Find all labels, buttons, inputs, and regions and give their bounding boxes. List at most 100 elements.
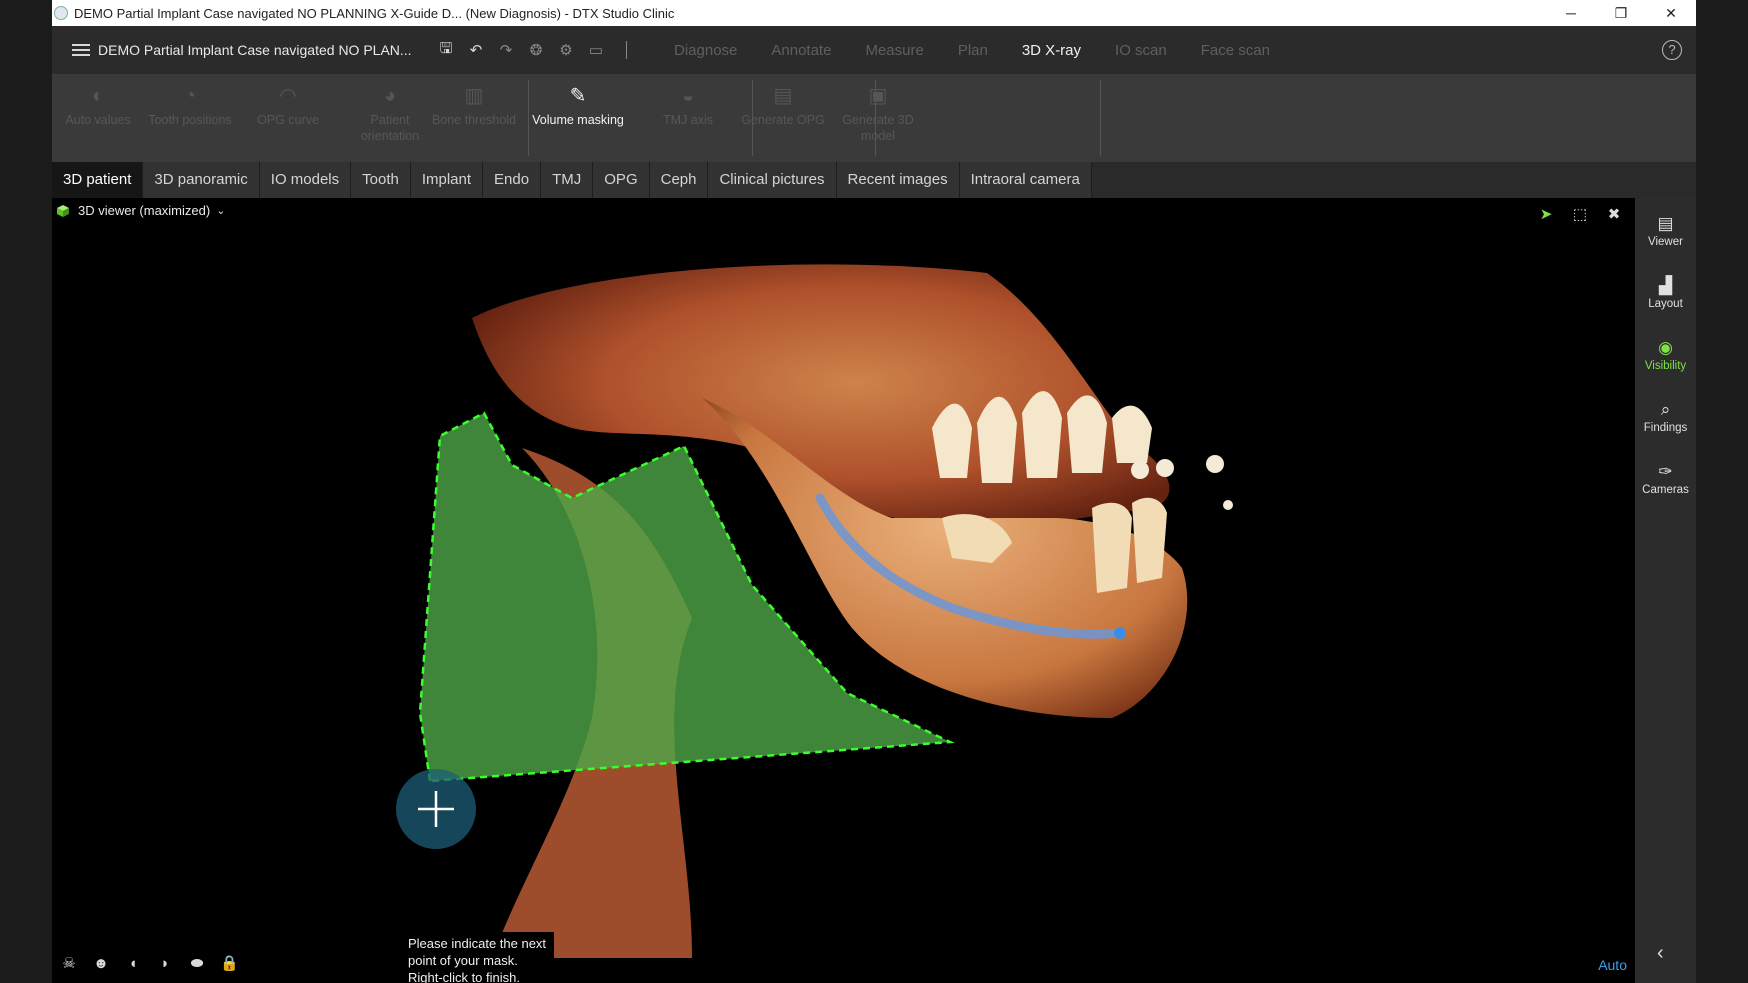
- tab-endo[interactable]: Endo: [483, 162, 542, 198]
- nav-measure[interactable]: Measure: [848, 42, 940, 59]
- auto-values-icon: ◐: [91, 85, 105, 107]
- skull-top-icon[interactable]: ⬬: [188, 955, 206, 973]
- menu-icon[interactable]: [72, 44, 90, 56]
- nav-annotate[interactable]: Annotate: [754, 42, 848, 59]
- tab-tooth[interactable]: Tooth: [351, 162, 411, 198]
- tab-3d-patient[interactable]: 3D patient: [52, 162, 144, 198]
- lock-icon[interactable]: 🔒: [220, 955, 239, 973]
- save-icon[interactable]: 🖫: [438, 38, 454, 63]
- chevron-left-icon[interactable]: ‹: [1657, 942, 1664, 965]
- minimize-view-icon[interactable]: ✖: [1605, 206, 1623, 224]
- fit-view-icon[interactable]: ⬚: [1571, 206, 1589, 224]
- nav-io-scan[interactable]: IO scan: [1098, 42, 1184, 59]
- ribbon-button-label: OPG curve: [257, 113, 319, 127]
- ribbon-button-label: Patient orientation: [360, 113, 420, 143]
- case-title[interactable]: DEMO Partial Implant Case navigated NO P…: [98, 42, 428, 58]
- restore-button[interactable]: ❐: [1596, 0, 1646, 26]
- sidebar-item-label: Cameras: [1642, 484, 1689, 496]
- 3d-render[interactable]: [52, 198, 1635, 983]
- tooth-positions-button[interactable]: ◔ Tooth positions: [144, 80, 236, 158]
- tab-implant[interactable]: Implant: [410, 162, 484, 198]
- sidebar-item-visibility[interactable]: ◉ Visibility: [1635, 336, 1696, 372]
- generate-3d-model-icon: ▣: [868, 85, 888, 107]
- ribbon-button-label: Volume masking: [532, 113, 624, 127]
- viewer-icon: ▤: [1657, 214, 1674, 233]
- skull-front-icon[interactable]: ☠: [60, 955, 78, 973]
- right-sidebar: ▤ Viewer ▟ Layout ◉ Visibility ⌕ Finding…: [1635, 198, 1696, 983]
- ribbon-button-label: Generate OPG: [741, 113, 825, 127]
- viewer-mode-dropdown[interactable]: 3D viewer (maximized) ⌄: [56, 203, 225, 218]
- ribbon-button-label: Tooth positions: [148, 113, 232, 127]
- tab-clinical-pictures[interactable]: Clinical pictures: [708, 162, 837, 198]
- sidebar-item-cameras[interactable]: ✑ Cameras: [1635, 460, 1696, 496]
- tab-tmj[interactable]: TMJ: [541, 162, 594, 198]
- auto-values-button[interactable]: ◐ Auto values: [52, 80, 144, 158]
- window-title: DEMO Partial Implant Case navigated NO P…: [74, 5, 675, 21]
- viewer-mode-label: 3D viewer (maximized): [78, 203, 211, 218]
- sidebar-item-layout[interactable]: ▟ Layout: [1635, 274, 1696, 310]
- volume-masking-icon: ✎: [569, 85, 587, 107]
- sidebar-item-label: Visibility: [1644, 360, 1687, 372]
- close-button[interactable]: ✕: [1646, 0, 1696, 26]
- patient-orientation-button[interactable]: ◕ Patient orientation: [344, 80, 436, 158]
- sidebar-item-label: Findings: [1643, 422, 1688, 434]
- camera-preset-bar: ☠ ☻ ◖ ◗ ⬬ 🔒: [60, 955, 238, 973]
- mask-instruction-tooltip: Please indicate the next point of your m…: [402, 932, 554, 983]
- layout-icon: ▟: [1658, 276, 1673, 295]
- opg-curve-button[interactable]: ◠ OPG curve: [242, 80, 334, 158]
- tmj-axis-icon: ◒: [681, 85, 695, 107]
- tab-recent-images[interactable]: Recent images: [836, 162, 960, 198]
- window-titlebar: DEMO Partial Implant Case navigated NO P…: [52, 0, 1696, 26]
- sidebar-item-findings[interactable]: ⌕ Findings: [1635, 398, 1696, 434]
- nav-diagnose[interactable]: Diagnose: [657, 42, 754, 59]
- toolbar-divider: [626, 41, 627, 59]
- 3d-viewport[interactable]: 3D viewer (maximized) ⌄ ➤ ⬚ ✖ Please ind…: [52, 198, 1635, 983]
- skull-right-icon[interactable]: ◗: [156, 955, 174, 973]
- app-icon: [54, 6, 68, 20]
- help-icon[interactable]: ?: [1662, 40, 1682, 60]
- tmj-axis-button[interactable]: ◒ TMJ axis: [642, 80, 734, 158]
- tooth-icon[interactable]: ❂: [528, 41, 544, 59]
- findings-icon: ⌕: [1660, 400, 1671, 419]
- ribbon-toolbar: ◐ Auto values ◔ Tooth positions ◠ OPG curve ◕ P…: [52, 74, 1696, 162]
- ribbon-button-label: TMJ axis: [663, 113, 713, 127]
- patient-orientation-icon: ◕: [383, 85, 397, 107]
- chevron-down-icon: ⌄: [216, 205, 226, 217]
- bone-threshold-icon: ▥: [464, 85, 484, 107]
- nav-face-scan[interactable]: Face scan: [1184, 42, 1287, 59]
- sidebar-item-label: Layout: [1648, 298, 1683, 310]
- tab-3d-panoramic[interactable]: 3D panoramic: [143, 162, 260, 198]
- tab-opg[interactable]: OPG: [593, 162, 650, 198]
- ribbon-divider: [528, 80, 529, 156]
- tab-io-models[interactable]: IO models: [259, 162, 352, 198]
- nav-3d-x-ray[interactable]: 3D X-ray: [1005, 42, 1098, 59]
- generate-opg-icon: ▤: [773, 85, 793, 107]
- select-cursor-icon[interactable]: ➤: [1537, 206, 1555, 224]
- minimize-button[interactable]: ─: [1546, 0, 1596, 26]
- cube-icon: [57, 204, 69, 217]
- viewer-tools: ➤ ⬚ ✖: [1537, 206, 1623, 224]
- main-nav: Diagnose Annotate Measure Plan 3D X-ray IO sc…: [657, 42, 1287, 59]
- tab-ceph[interactable]: Ceph: [649, 162, 709, 198]
- volume-masking-button[interactable]: ✎ Volume masking: [532, 80, 624, 158]
- sidebar-item-viewer[interactable]: ▤ Viewer: [1635, 212, 1696, 248]
- view-tabs: 3D patient 3D panoramic IO models Tooth Impl…: [52, 162, 1696, 198]
- quick-actions: 🖫 ↶ ↷ ❂ ⚙ ▭: [438, 38, 627, 63]
- settings-icon[interactable]: ⚙: [558, 41, 574, 59]
- ribbon-button-label: Auto values: [65, 113, 131, 127]
- nav-plan[interactable]: Plan: [941, 42, 1005, 59]
- undo-icon[interactable]: ↶: [468, 41, 484, 59]
- ribbon-divider: [752, 80, 753, 156]
- redo-icon[interactable]: ↷: [498, 41, 514, 59]
- generate-3d-model-button[interactable]: ▣ Generate 3D model: [832, 80, 924, 158]
- screen-icon[interactable]: ▭: [588, 41, 604, 59]
- render-mode-label[interactable]: Auto: [1598, 957, 1627, 973]
- skull-side-icon[interactable]: ☻: [92, 955, 110, 973]
- generate-opg-button[interactable]: ▤ Generate OPG: [737, 80, 829, 158]
- ribbon-divider: [1100, 80, 1101, 156]
- skull-left-icon[interactable]: ◖: [124, 955, 142, 973]
- eye-icon: ◉: [1658, 338, 1673, 357]
- top-bar: DEMO Partial Implant Case navigated NO P…: [52, 26, 1696, 74]
- tab-intraoral-camera[interactable]: Intraoral camera: [959, 162, 1092, 198]
- bone-threshold-button[interactable]: ▥ Bone threshold: [428, 80, 520, 158]
